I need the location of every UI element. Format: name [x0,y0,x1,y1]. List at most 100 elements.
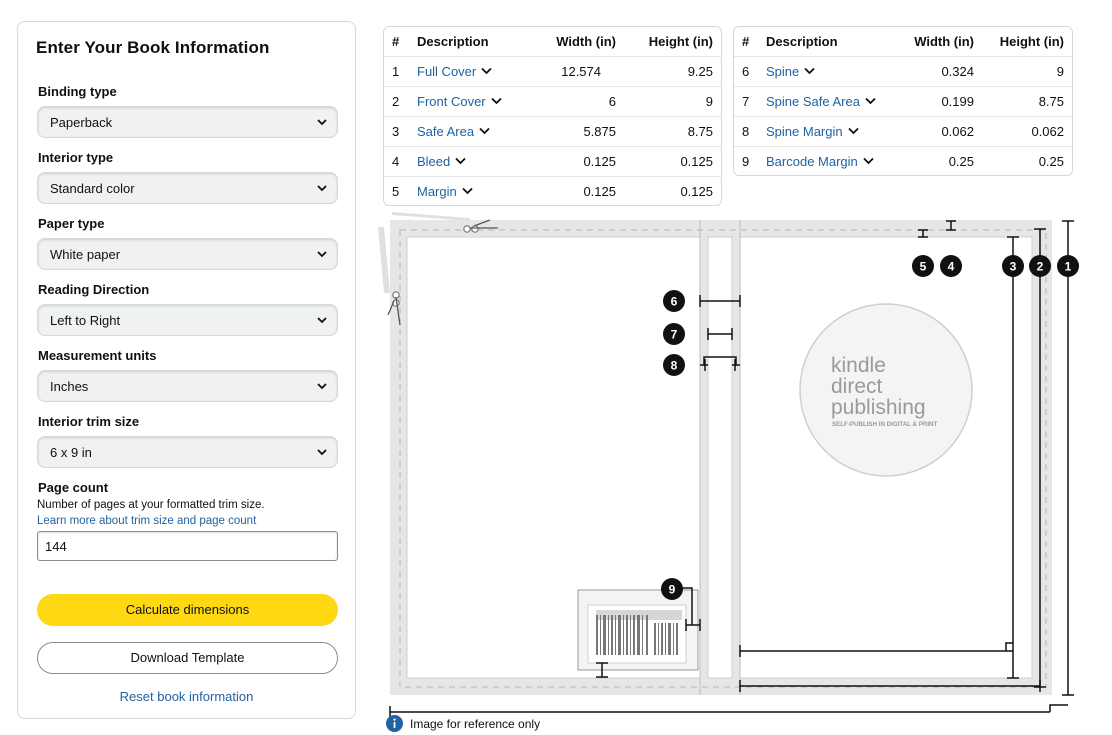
chevron-down-icon [865,97,876,105]
download-template-button[interactable]: Download Template [37,642,338,674]
table-row: 2 Front Cover 6 9 [384,86,721,116]
row-width: 0.199 [941,94,974,109]
svg-text:7: 7 [671,328,678,342]
row-num: 3 [392,124,400,139]
marker-5: 5 [912,255,934,277]
row-num: 2 [392,94,400,109]
paper-type-label: Paper type [38,216,105,231]
svg-text:9: 9 [669,583,676,597]
header-width: Width (in) [914,34,974,49]
chevron-down-icon [317,317,327,324]
dimensions-table-right: # Description Width (in) Height (in) 6 S… [733,26,1073,176]
page-count-input[interactable]: 144 [37,531,338,561]
marker-8: 8 [663,354,685,376]
row-description-label: Spine Safe Area [766,94,860,109]
logo-tagline: SELF-PUBLISH IN DIGITAL & PRINT [832,421,938,428]
book-info-panel: Enter Your Book Information Binding type… [17,21,356,719]
page-count-label: Page count [38,480,109,495]
spine [707,236,733,679]
binding-type-select[interactable]: Paperback [37,106,338,138]
row-width: 6 [608,94,616,109]
row-height: 9 [1056,64,1064,79]
table-row: 4 Bleed 0.125 0.125 [384,146,721,176]
trim-size-help-link[interactable]: Learn more about trim size and page coun… [37,515,256,527]
row-num: 9 [742,154,750,169]
cut-edge-left [378,227,390,293]
row-width: 5.875 [583,124,616,139]
chevron-down-icon [863,157,874,165]
binding-type-value: Paperback [50,115,113,130]
chevron-down-icon [804,67,815,75]
measurement-units-value: Inches [50,379,89,394]
marker-3: 3 [1002,255,1024,277]
row-num: 7 [742,94,750,109]
row-description-label: Spine [766,64,800,79]
row-description[interactable]: Spine Safe Area [766,94,876,109]
chevron-down-icon [317,185,327,192]
chevron-down-icon [479,127,490,135]
interior-type-label: Interior type [38,150,114,165]
chevron-down-icon [847,127,859,135]
svg-text:8: 8 [671,359,678,373]
svg-text:4: 4 [948,260,955,274]
row-description[interactable]: Bleed [417,154,466,169]
logo-line3: publishing [831,396,926,419]
marker-9: 9 [661,578,683,600]
row-height: 0.125 [680,154,713,169]
row-description[interactable]: Full Cover [417,64,492,79]
reset-book-info-link[interactable]: Reset book information [18,689,355,704]
chevron-down-icon [481,67,492,75]
panel-title: Enter Your Book Information [36,38,270,57]
marker-2: 2 [1029,255,1051,277]
row-num: 1 [392,64,400,79]
chevron-down-icon [317,449,327,456]
svg-text:2: 2 [1037,260,1044,274]
row-description[interactable]: Safe Area [417,124,490,139]
row-height: 0.062 [1031,124,1064,139]
row-description[interactable]: Spine [766,64,815,79]
measurement-units-label: Measurement units [38,348,157,363]
cut-edge-top [392,212,470,221]
barcode-area [577,589,699,671]
row-width: 0.125 [583,184,616,199]
row-num: 5 [392,184,400,199]
logo-line2: direct [831,375,883,398]
interior-type-select[interactable]: Standard color [37,172,338,204]
header-description: Description [766,34,838,49]
dimensions-table-left: # Description Width (in) Height (in) 1 F… [383,26,722,206]
row-description-label: Full Cover [417,64,477,79]
reading-direction-label: Reading Direction [38,282,150,297]
row-height: 0.125 [680,184,713,199]
row-height: 8.75 [687,124,713,139]
row-num: 6 [742,64,750,79]
row-description-label: Spine Margin [766,124,843,139]
svg-text:5: 5 [920,260,927,274]
row-description[interactable]: Barcode Margin [766,154,874,169]
trim-size-label: Interior trim size [38,414,140,429]
reading-direction-select[interactable]: Left to Right [37,304,338,336]
chevron-down-icon [317,383,327,390]
paper-type-select[interactable]: White paper [37,238,338,270]
row-description[interactable]: Spine Margin [766,124,859,139]
row-description[interactable]: Front Cover [417,94,502,109]
info-icon [386,715,403,732]
table-row: 8 Spine Margin 0.062 0.062 [734,116,1072,146]
chevron-down-icon [491,97,502,105]
chevron-down-icon [455,157,466,165]
row-description-label: Front Cover [417,94,486,109]
measurement-units-select[interactable]: Inches [37,370,338,402]
header-description: Description [417,34,489,49]
calculate-dimensions-button[interactable]: Calculate dimensions [37,594,338,626]
row-width: 0.324 [941,64,974,79]
row-description-label: Barcode Margin [766,154,858,169]
row-description-label: Safe Area [417,124,475,139]
header-width: Width (in) [556,34,616,49]
row-height: 0.25 [1038,154,1064,169]
row-height: 8.75 [1038,94,1064,109]
chevron-down-icon [462,187,473,195]
kdp-logo: kindle direct publishing SELF-PUBLISH IN… [799,303,973,477]
svg-text:6: 6 [671,295,678,309]
table-row: 9 Barcode Margin 0.25 0.25 [734,146,1072,175]
trim-size-select[interactable]: 6 x 9 in [37,436,338,468]
row-description[interactable]: Margin [417,184,473,199]
